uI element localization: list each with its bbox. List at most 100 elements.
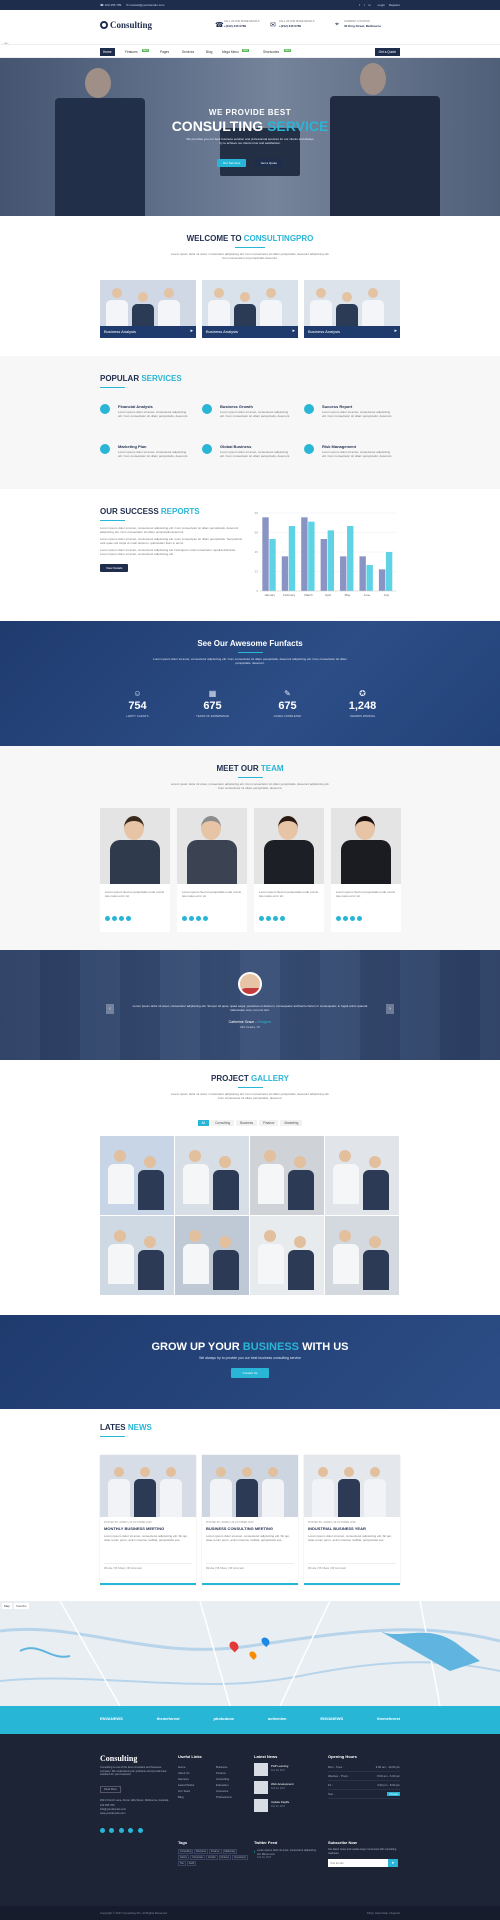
footer-tag[interactable]: Consulting [178,1849,194,1854]
news-card[interactable]: POSTED BY: ADMIN | 28 OCTOBER 2018 MONTHL… [100,1455,196,1585]
footer-news-item[interactable]: Web development Feb 20, 2017 [254,1781,320,1797]
footer-web[interactable]: www.yourdomain.com [100,1812,170,1815]
bar[interactable] [366,565,373,591]
hero-get-quote-button[interactable]: Get a Quote [254,159,284,167]
news-title[interactable]: BUSINESS CONSULTING MEETING [206,1526,273,1531]
gallery-image[interactable] [250,1216,324,1295]
bar[interactable] [378,569,386,591]
contact-us-button[interactable]: Contact Us [230,1368,270,1378]
google-plus-icon[interactable] [118,1828,124,1834]
our-services-button[interactable]: Our Services [216,159,247,167]
twitter-icon[interactable] [189,916,194,921]
bar[interactable] [262,517,269,591]
gallery-filter-marketing[interactable]: Marketing [280,1120,303,1126]
welcome-card[interactable]: Business Analysis ▸ [202,280,298,338]
bar[interactable] [301,517,308,591]
map-tab-satellite[interactable]: Satellite [14,1603,29,1609]
twitter-icon[interactable] [112,916,117,921]
gallery-image[interactable] [175,1216,249,1295]
nav-home[interactable]: Home [100,48,115,56]
welcome-card[interactable]: Business Analysis ▸ [304,280,400,338]
bar[interactable] [385,552,393,591]
facebook-icon[interactable] [259,916,264,921]
facebook-icon[interactable] [105,916,110,921]
linkedin-icon[interactable] [128,1828,134,1834]
footer-link-help[interactable]: Help Desk [375,1911,388,1915]
gallery-image[interactable] [325,1136,399,1215]
footer-link[interactable]: Blog [178,1794,213,1800]
prev-arrow-icon[interactable]: ‹ [106,1004,114,1014]
facebook-icon[interactable] [336,916,341,921]
partner-logo[interactable]: activeden [268,1716,286,1724]
nav-blog[interactable]: Blog [206,50,212,54]
bar[interactable] [288,526,296,591]
gallery-filter-all[interactable]: All [197,1120,210,1126]
linkedin-icon[interactable] [357,916,362,921]
bar[interactable] [347,526,354,591]
team-member-card[interactable]: Lorem ipsum Sed ut perspiciatis unde omn… [100,808,170,932]
nav-features[interactable]: Features [125,50,138,54]
team-member-card[interactable]: Lorem ipsum Sed ut perspiciatis unde omn… [331,808,401,932]
service-item[interactable]: Success Report Lorem ipsum dolor sit amet… [304,404,402,440]
bar[interactable] [269,539,276,591]
next-arrow-icon[interactable]: › [386,1004,394,1014]
footer-tag[interactable]: Growth [205,1855,218,1860]
partner-logo[interactable]: photodune [213,1716,234,1724]
footer-tag[interactable]: Marketing [222,1849,238,1854]
footer-tag[interactable]: Tax [178,1861,186,1866]
footer-tag[interactable]: Finance [209,1849,222,1854]
pinterest-icon[interactable] [137,1828,143,1834]
news-title[interactable]: INDUSTRIAL BUSINESS YEAR [308,1526,366,1531]
linkedin-icon[interactable] [126,916,131,921]
bar[interactable] [327,530,335,591]
partner-logo[interactable]: themeforest [157,1716,180,1724]
google-plus-icon[interactable] [119,916,124,921]
service-item[interactable]: Marketing Plan Lorem ipsum dolor sit amet… [100,444,198,480]
twitter-icon[interactable]: t [364,3,365,7]
facebook-icon[interactable] [182,916,187,921]
send-icon[interactable]: ➤ [388,1859,398,1868]
footer-logo[interactable]: Consulting [100,1754,170,1763]
subscribe-email-input[interactable] [328,1859,388,1868]
footer-link[interactable]: Professional [216,1794,251,1800]
gallery-filter-finance[interactable]: Finance [259,1120,279,1126]
facebook-icon[interactable]: f [359,3,360,7]
footer-tag[interactable]: Investment [232,1855,248,1860]
twitter-icon[interactable] [343,916,348,921]
news-card[interactable]: POSTED BY: ADMIN | 28 OCTOBER 2018 BUSINE… [202,1455,298,1585]
service-item[interactable]: Risk Management Lorem ipsum dolor sit ame… [304,444,402,480]
get-quote-button[interactable]: Get a Quote [374,48,400,56]
news-card[interactable]: POSTED BY: ADMIN | 28 OCTOBER 2018 INDUST… [304,1455,400,1585]
footer-tag[interactable]: Finance [218,1855,232,1860]
map-tab-map[interactable]: Map [2,1603,12,1609]
footer-news-item[interactable]: Update Daylife Feb 20, 2017 [254,1799,320,1815]
nav-pages[interactable]: Pages [160,50,169,54]
bar[interactable] [320,539,328,591]
team-member-card[interactable]: Lorem ipsum Sed ut perspiciatis unde omn… [177,808,247,932]
linkedin-icon[interactable] [203,916,208,921]
team-member-card[interactable]: Lorem ipsum Sed ut perspiciatis unde omn… [254,808,324,932]
gallery-image[interactable] [250,1136,324,1215]
partner-logo[interactable]: themeforest [377,1716,400,1724]
gallery-image[interactable] [100,1216,174,1295]
read-more-button[interactable]: Read More [100,1785,121,1793]
footer-tag[interactable]: Audit [186,1861,197,1866]
nav-shortcodes[interactable]: Shortcodes [263,50,279,54]
nav-mega-menu[interactable]: Mega Menu [222,50,239,54]
logo[interactable]: Consulting [110,20,152,30]
twitter-icon[interactable] [266,916,271,921]
partner-logo[interactable]: ENVANEWS [100,1716,123,1724]
news-title[interactable]: MONTHLY BUSINESS MEETING [104,1526,164,1531]
footer-link-support[interactable]: Support [390,1911,400,1915]
gallery-filter-business[interactable]: Business [236,1120,258,1126]
nav-services[interactable]: Services [182,50,194,54]
register-link[interactable]: Register [389,3,400,7]
welcome-card[interactable]: Business Analysis ▸ [100,280,196,338]
bar[interactable] [308,521,315,591]
service-item[interactable]: Global Business Lorem ipsum dolor sit ame… [202,444,300,480]
topbar-email[interactable]: contact@yourdomain.com [129,3,164,7]
footer-tag[interactable]: Business [194,1849,208,1854]
bar[interactable] [281,556,289,591]
footer-link-faq[interactable]: FAQ [367,1911,373,1915]
linkedin-icon[interactable] [280,916,285,921]
